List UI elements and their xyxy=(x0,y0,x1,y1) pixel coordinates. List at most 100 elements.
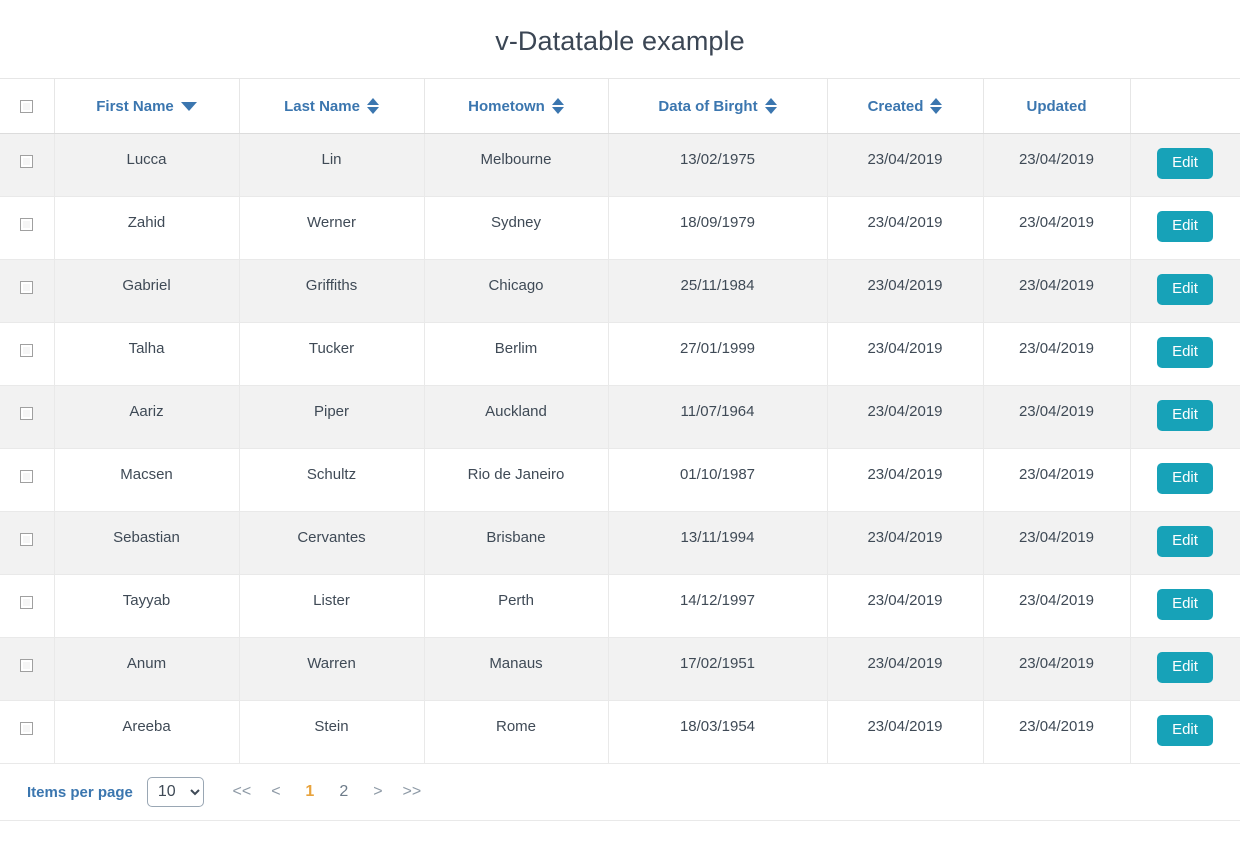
previous-page[interactable]: < xyxy=(259,783,293,801)
row-select-checkbox[interactable] xyxy=(20,658,34,672)
cell-updated: 23/04/2019 xyxy=(983,322,1131,386)
edit-button[interactable]: Edit xyxy=(1157,715,1213,746)
cell-first-name: Anum xyxy=(54,637,240,701)
edit-button[interactable]: Edit xyxy=(1157,463,1213,494)
row-select-checkbox[interactable] xyxy=(20,595,34,609)
cell-date-of-birth: 27/01/1999 xyxy=(608,322,828,386)
cell-created: 23/04/2019 xyxy=(827,322,984,386)
cell-hometown: Brisbane xyxy=(424,511,609,575)
column-header-select-all xyxy=(0,78,55,134)
first-page[interactable]: << xyxy=(225,783,259,801)
cell-date-of-birth: 13/11/1994 xyxy=(608,511,828,575)
cell-hometown: Rome xyxy=(424,700,609,764)
cell-date-of-birth: 01/10/1987 xyxy=(608,448,828,512)
table-row: Areeba Stein Rome 18/03/1954 23/04/2019 23/04… xyxy=(0,700,1240,764)
datatable-container: First Name Last Name Hometown Data of Bi… xyxy=(0,78,1240,764)
page-1[interactable]: 1 xyxy=(293,783,327,801)
cell-first-name: Macsen xyxy=(54,448,240,512)
cell-actions: Edit xyxy=(1130,322,1240,386)
cell-created: 23/04/2019 xyxy=(827,196,984,260)
cell-hometown: Melbourne xyxy=(424,133,609,197)
column-header-last-name[interactable]: Last Name xyxy=(239,78,425,134)
table-row: Lucca Lin Melbourne 13/02/1975 23/04/2019 23/… xyxy=(0,133,1240,197)
cell-hometown: Rio de Janeiro xyxy=(424,448,609,512)
cell-first-name: Sebastian xyxy=(54,511,240,575)
cell-date-of-birth: 17/02/1951 xyxy=(608,637,828,701)
row-select-checkbox[interactable] xyxy=(20,154,34,168)
cell-hometown: Auckland xyxy=(424,385,609,449)
edit-button[interactable]: Edit xyxy=(1157,337,1213,368)
column-header-date-of-birth[interactable]: Data of Birght xyxy=(608,78,828,134)
row-select-checkbox[interactable] xyxy=(20,343,34,357)
row-select-cell xyxy=(0,637,55,701)
last-page[interactable]: >> xyxy=(395,783,429,801)
items-per-page-select[interactable]: 102550100 xyxy=(146,777,204,807)
cell-actions: Edit xyxy=(1130,385,1240,449)
sort-both-icon[interactable] xyxy=(551,98,564,114)
cell-last-name: Tucker xyxy=(239,322,425,386)
column-header-label: Data of Birght xyxy=(658,97,758,115)
sort-both-icon[interactable] xyxy=(930,98,943,114)
cell-last-name: Stein xyxy=(239,700,425,764)
cell-first-name: Lucca xyxy=(54,133,240,197)
cell-created: 23/04/2019 xyxy=(827,448,984,512)
column-header-created[interactable]: Created xyxy=(827,78,984,134)
column-header-actions xyxy=(1130,78,1240,134)
cell-created: 23/04/2019 xyxy=(827,259,984,323)
row-select-cell xyxy=(0,259,55,323)
edit-button[interactable]: Edit xyxy=(1157,148,1213,179)
sort-both-icon[interactable] xyxy=(366,98,379,114)
row-select-checkbox[interactable] xyxy=(20,721,34,735)
cell-last-name: Warren xyxy=(239,637,425,701)
cell-date-of-birth: 14/12/1997 xyxy=(608,574,828,638)
cell-updated: 23/04/2019 xyxy=(983,196,1131,260)
row-select-cell xyxy=(0,574,55,638)
table-row: Sebastian Cervantes Brisbane 13/11/1994 23/0… xyxy=(0,511,1240,575)
edit-button[interactable]: Edit xyxy=(1157,400,1213,431)
edit-button[interactable]: Edit xyxy=(1157,211,1213,242)
table-row: Tayyab Lister Perth 14/12/1997 23/04/2019 23/… xyxy=(0,574,1240,638)
items-per-page-label: Items per page xyxy=(27,783,133,801)
edit-button[interactable]: Edit xyxy=(1157,652,1213,683)
table-row: Aariz Piper Auckland 11/07/1964 23/04/2019 23… xyxy=(0,385,1240,449)
row-select-cell xyxy=(0,322,55,386)
edit-button[interactable]: Edit xyxy=(1157,274,1213,305)
cell-updated: 23/04/2019 xyxy=(983,385,1131,449)
cell-hometown: Berlim xyxy=(424,322,609,386)
row-select-cell xyxy=(0,511,55,575)
cell-date-of-birth: 13/02/1975 xyxy=(608,133,828,197)
row-select-cell xyxy=(0,196,55,260)
column-header-label: Updated xyxy=(1026,97,1087,115)
cell-updated: 23/04/2019 xyxy=(983,574,1131,638)
cell-last-name: Lin xyxy=(239,133,425,197)
cell-first-name: Zahid xyxy=(54,196,240,260)
row-select-checkbox[interactable] xyxy=(20,280,34,294)
row-select-checkbox[interactable] xyxy=(20,469,34,483)
page-2[interactable]: 2 xyxy=(327,783,361,801)
table-row: Talha Tucker Berlim 27/01/1999 23/04/2019 23/… xyxy=(0,322,1240,386)
table-body: Lucca Lin Melbourne 13/02/1975 23/04/2019 23/… xyxy=(0,133,1240,764)
edit-button[interactable]: Edit xyxy=(1157,526,1213,557)
sort-both-icon[interactable] xyxy=(764,98,777,114)
cell-updated: 23/04/2019 xyxy=(983,259,1131,323)
column-header-label: Hometown xyxy=(468,97,545,115)
table-header-row: First Name Last Name Hometown Data of Bi… xyxy=(0,78,1240,134)
next-page[interactable]: > xyxy=(361,783,395,801)
row-select-checkbox[interactable] xyxy=(20,406,34,420)
row-select-checkbox[interactable] xyxy=(20,217,34,231)
cell-first-name: Tayyab xyxy=(54,574,240,638)
row-select-cell xyxy=(0,385,55,449)
row-select-checkbox[interactable] xyxy=(20,532,34,546)
cell-created: 23/04/2019 xyxy=(827,133,984,197)
cell-last-name: Lister xyxy=(239,574,425,638)
cell-actions: Edit xyxy=(1130,511,1240,575)
cell-hometown: Perth xyxy=(424,574,609,638)
select-all-checkbox[interactable] xyxy=(20,100,34,114)
column-header-first-name[interactable]: First Name xyxy=(54,78,240,134)
datatable-page: v-Datatable example First Name Last Name… xyxy=(0,0,1240,848)
edit-button[interactable]: Edit xyxy=(1157,589,1213,620)
cell-date-of-birth: 18/03/1954 xyxy=(608,700,828,764)
cell-actions: Edit xyxy=(1130,133,1240,197)
column-header-hometown[interactable]: Hometown xyxy=(424,78,609,134)
sort-descending-icon[interactable] xyxy=(180,101,197,111)
